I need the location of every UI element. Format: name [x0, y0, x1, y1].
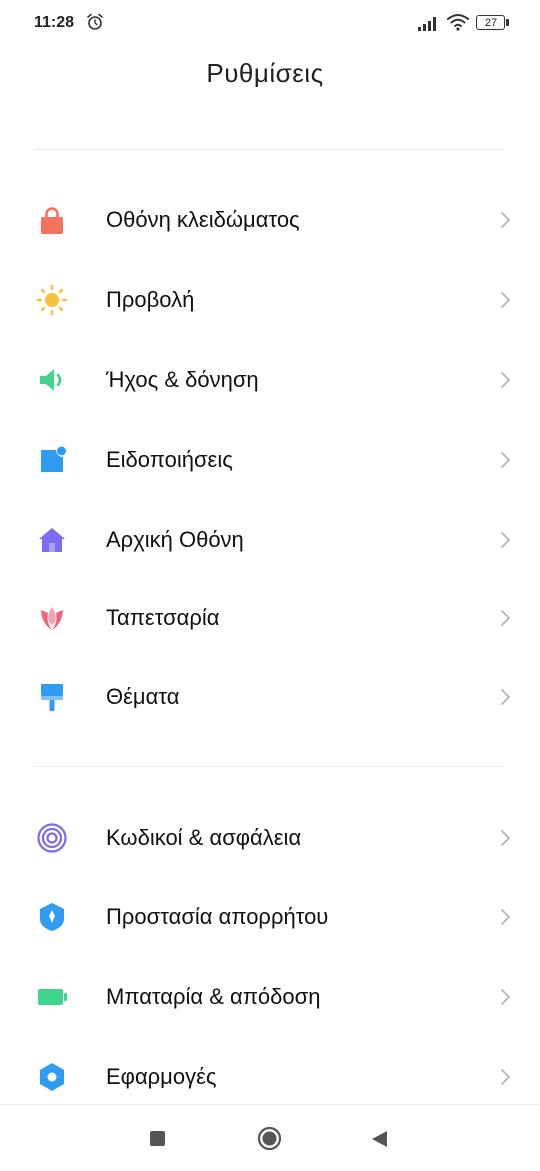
chevron-right-icon	[501, 532, 510, 548]
chevron-right-icon	[501, 909, 510, 925]
battery-icon: 27	[476, 15, 509, 30]
settings-item-sound-vibration[interactable]: Ήχος & δόνηση	[0, 340, 540, 420]
sun-icon	[36, 284, 68, 316]
page-title: Ρυθμίσεις	[206, 58, 324, 88]
chevron-right-icon	[501, 452, 510, 468]
battery-level: 27	[484, 17, 498, 29]
wifi-icon	[447, 14, 469, 31]
settings-item-themes[interactable]: Θέματα	[0, 657, 540, 737]
alarm-icon	[87, 13, 103, 30]
home-icon	[39, 528, 65, 552]
status-bar: 11:28 27	[0, 0, 540, 48]
settings-item-label: Προβολή	[106, 287, 195, 312]
settings-item-label: Προστασία απορρήτου	[106, 904, 329, 929]
privacy-shield-icon	[40, 903, 64, 931]
settings-item-label: Ταπετσαρία	[106, 605, 220, 630]
signal-icon	[418, 17, 436, 31]
settings-item-wallpaper[interactable]: Ταπετσαρία	[0, 578, 540, 658]
home-button-icon[interactable]	[257, 1126, 282, 1151]
settings-item-privacy-protection[interactable]: Προστασία απορρήτου	[0, 877, 540, 957]
notification-icon	[41, 446, 66, 472]
settings-item-label: Ήχος & δόνηση	[106, 367, 259, 392]
status-time: 11:28	[34, 14, 75, 31]
settings-item-display[interactable]: Προβολή	[0, 260, 540, 340]
divider	[34, 149, 504, 150]
settings-item-home-screen[interactable]: Αρχική Οθόνη	[0, 500, 540, 580]
settings-item-label: Μπαταρία & απόδοση	[106, 984, 321, 1009]
settings-item-label: Ειδοποιήσεις	[106, 447, 233, 472]
chevron-right-icon	[501, 292, 510, 308]
gear-icon	[40, 1063, 64, 1091]
chevron-right-icon	[501, 689, 510, 705]
divider	[34, 766, 504, 767]
speaker-icon	[40, 369, 62, 391]
recent-apps-icon[interactable]	[150, 1131, 165, 1146]
settings-item-notifications[interactable]: Ειδοποιήσεις	[0, 420, 540, 500]
fingerprint-icon	[37, 823, 67, 853]
tulip-icon	[41, 607, 63, 630]
settings-item-battery-performance[interactable]: Μπαταρία & απόδοση	[0, 957, 540, 1037]
navigation-bar	[0, 1104, 540, 1171]
settings-item-passwords-security[interactable]: Κωδικοί & ασφάλεια	[0, 798, 540, 878]
chevron-right-icon	[501, 1069, 510, 1085]
settings-item-lock-screen[interactable]: Οθόνη κλειδώματος	[0, 180, 540, 260]
settings-item-label: Θέματα	[106, 684, 180, 709]
chevron-right-icon	[501, 372, 510, 388]
chevron-right-icon	[501, 610, 510, 626]
chevron-right-icon	[501, 212, 510, 228]
battery-performance-icon	[38, 989, 67, 1005]
chevron-right-icon	[501, 830, 510, 846]
chevron-right-icon	[501, 989, 510, 1005]
settings-item-label: Οθόνη κλειδώματος	[106, 207, 300, 232]
lock-icon	[41, 207, 63, 234]
settings-item-label: Αρχική Οθόνη	[106, 527, 244, 552]
back-icon[interactable]	[370, 1129, 388, 1149]
paint-roller-icon	[41, 684, 63, 711]
settings-item-label: Κωδικοί & ασφάλεια	[106, 825, 302, 850]
